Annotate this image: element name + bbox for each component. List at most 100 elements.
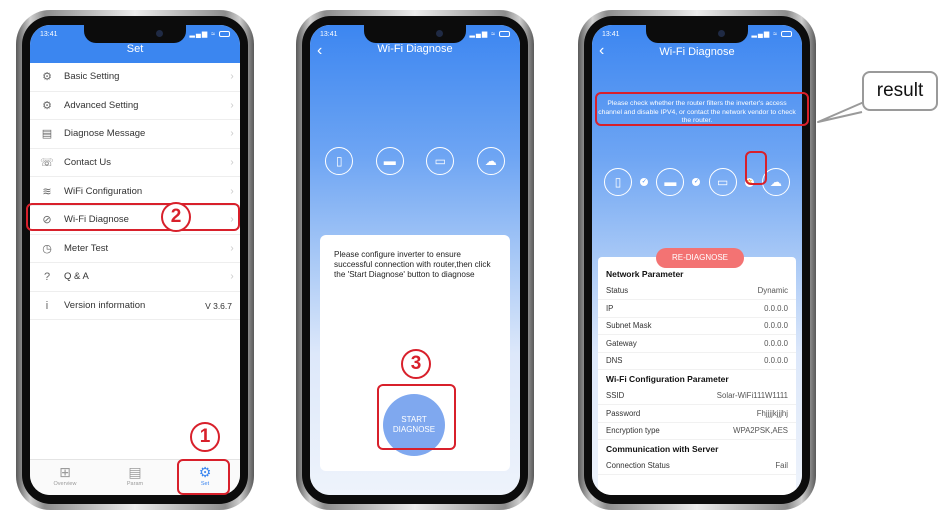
device-chain: ▯ ▬ ▭ ☁: [310, 147, 520, 175]
menu-label: Q & A: [64, 271, 89, 283]
param-value: 0.0.0.0: [764, 303, 788, 313]
section-title: Communication with Server: [606, 443, 719, 454]
back-arrow-icon[interactable]: ‹: [599, 42, 604, 60]
menu-item-diagnose-message[interactable]: ▤ Diagnose Message ›: [30, 120, 240, 149]
param-row: SSID Solar-WiFi111W1111: [598, 388, 796, 405]
phone-icon: ☏: [40, 157, 54, 170]
step-2-badge: 2: [161, 202, 191, 232]
info-icon: i: [45, 299, 49, 312]
inverter-icon: ▬: [656, 168, 685, 196]
router-icon: ▭: [426, 147, 455, 175]
param-value: 0.0.0.0: [764, 338, 788, 348]
menu-label: WiFi Configuration: [64, 185, 143, 197]
param-value: Solar-WiFi111W1111: [716, 391, 788, 401]
param-row: Encryption type WPA2PSK,AES: [598, 423, 796, 440]
chevron-right-icon: ›: [230, 128, 234, 140]
battery-icon: [499, 31, 510, 38]
battery-icon: [781, 31, 792, 38]
param-value: Fail: [775, 461, 788, 471]
notch: [84, 25, 186, 43]
menu-item-contact-us[interactable]: ☏ Contact Us ›: [30, 149, 240, 178]
chevron-right-icon: ›: [230, 71, 234, 83]
param-value: Fhjjjjkjjjhj: [756, 408, 788, 418]
param-document-icon: ▤: [128, 464, 142, 480]
param-label: Encryption type: [606, 426, 660, 436]
highlight-wifi-diagnose: [26, 203, 240, 231]
menu-item-advanced-setting[interactable]: ⚙ Advanced Setting ›: [30, 92, 240, 121]
tab-label: Param: [126, 481, 144, 487]
status-time: 13:41: [40, 31, 58, 38]
parameter-panel: Network Parameter Status Dynamic IP 0.0.0.…: [598, 257, 796, 495]
menu-label: Diagnose Message: [64, 128, 146, 140]
notch: [364, 25, 466, 43]
param-label: Status: [606, 286, 629, 296]
advanced-gear-icon: ⚙: [42, 99, 52, 112]
check-icon: ✓: [692, 178, 701, 186]
tab-overview[interactable]: ⊞ Overview: [30, 460, 100, 495]
inverter-icon: ▬: [375, 147, 404, 175]
phone-device-icon: ▯: [325, 147, 354, 175]
tab-label: Overview: [53, 481, 77, 487]
page-title: Wi-Fi Diagnose: [659, 46, 735, 58]
menu-item-wifi-configuration[interactable]: ≋ WiFi Configuration ›: [30, 177, 240, 206]
battery-icon: [219, 31, 230, 38]
highlight-result-message: [595, 92, 809, 126]
page-title: Set: [126, 43, 144, 55]
status-icons: ▂▄▆ ≈: [190, 30, 230, 38]
param-row: DNS 0.0.0.0: [598, 353, 796, 370]
instruction-text: Please configure inverter to ensure succ…: [334, 250, 491, 279]
status-icons: ▂▄▆ ≈: [752, 30, 792, 38]
router-icon: ▭: [708, 168, 737, 196]
param-row: Status Dynamic: [598, 283, 796, 300]
param-row: Connection Status Fail: [598, 458, 796, 475]
tab-param[interactable]: ▤ Param: [100, 460, 170, 495]
chevron-right-icon: ›: [230, 185, 234, 197]
param-row: Password Fhjjjjkjjjhj: [598, 405, 796, 423]
param-value: Dynamic: [757, 286, 788, 296]
param-label: Password: [606, 408, 641, 418]
menu-item-qa[interactable]: ? Q & A ›: [30, 263, 240, 292]
meter-icon: ◷: [42, 242, 52, 255]
menu-label: Contact Us: [64, 157, 111, 169]
check-icon: ✓: [640, 178, 649, 186]
menu-item-version-information[interactable]: i Version information V 3.6.7: [30, 292, 240, 321]
chevron-right-icon: ›: [230, 242, 234, 254]
back-arrow-icon[interactable]: ‹: [317, 42, 322, 60]
highlight-fail-node: [745, 151, 767, 185]
chevron-right-icon: ›: [230, 271, 234, 283]
cloud-icon: ☁: [476, 147, 505, 175]
param-value: 0.0.0.0: [764, 321, 788, 331]
question-icon: ?: [43, 270, 51, 283]
menu-item-meter-test[interactable]: ◷ Meter Test ›: [30, 235, 240, 264]
param-row: Gateway 0.0.0.0: [598, 335, 796, 353]
phone-device-icon: ▯: [604, 168, 633, 196]
status-time: 13:41: [602, 31, 620, 38]
page-title: Wi-Fi Diagnose: [377, 43, 453, 55]
menu-label: Advanced Setting: [64, 99, 139, 111]
notch: [646, 25, 748, 43]
param-label: Connection Status: [606, 461, 670, 471]
step-3-badge: 3: [401, 349, 431, 379]
highlight-start-button: [377, 384, 456, 450]
re-diagnose-button[interactable]: RE-DIAGNOSE: [656, 248, 744, 268]
settings-menu: ⚙ Basic Setting › ⚙ Advanced Setting › ▤…: [30, 63, 240, 321]
chevron-right-icon: ›: [230, 157, 234, 169]
menu-label: Meter Test: [64, 242, 109, 254]
param-label: DNS: [606, 356, 623, 366]
menu-label: Version information: [64, 300, 146, 312]
result-callout: result: [862, 71, 938, 111]
callout-tail: [817, 101, 865, 123]
document-icon: ▤: [41, 128, 53, 141]
param-value: WPA2PSK,AES: [733, 426, 788, 436]
step-1-badge: 1: [190, 422, 220, 452]
param-label: IP: [606, 303, 614, 313]
menu-label: Basic Setting: [64, 71, 120, 83]
chevron-right-icon: ›: [230, 99, 234, 111]
status-time: 13:41: [320, 31, 338, 38]
phone-diagnose-result: 13:41 ▂▄▆ ≈ ‹ Wi-Fi Diagnose Please chec…: [578, 10, 816, 510]
menu-item-basic-setting[interactable]: ⚙ Basic Setting ›: [30, 63, 240, 92]
param-label: SSID: [606, 391, 625, 401]
param-label: Gateway: [606, 338, 637, 348]
device-chain: ▯ ✓ ▬ ✓ ▭ ✲ ☁: [592, 168, 802, 196]
gear-icon: ⚙: [42, 71, 52, 84]
